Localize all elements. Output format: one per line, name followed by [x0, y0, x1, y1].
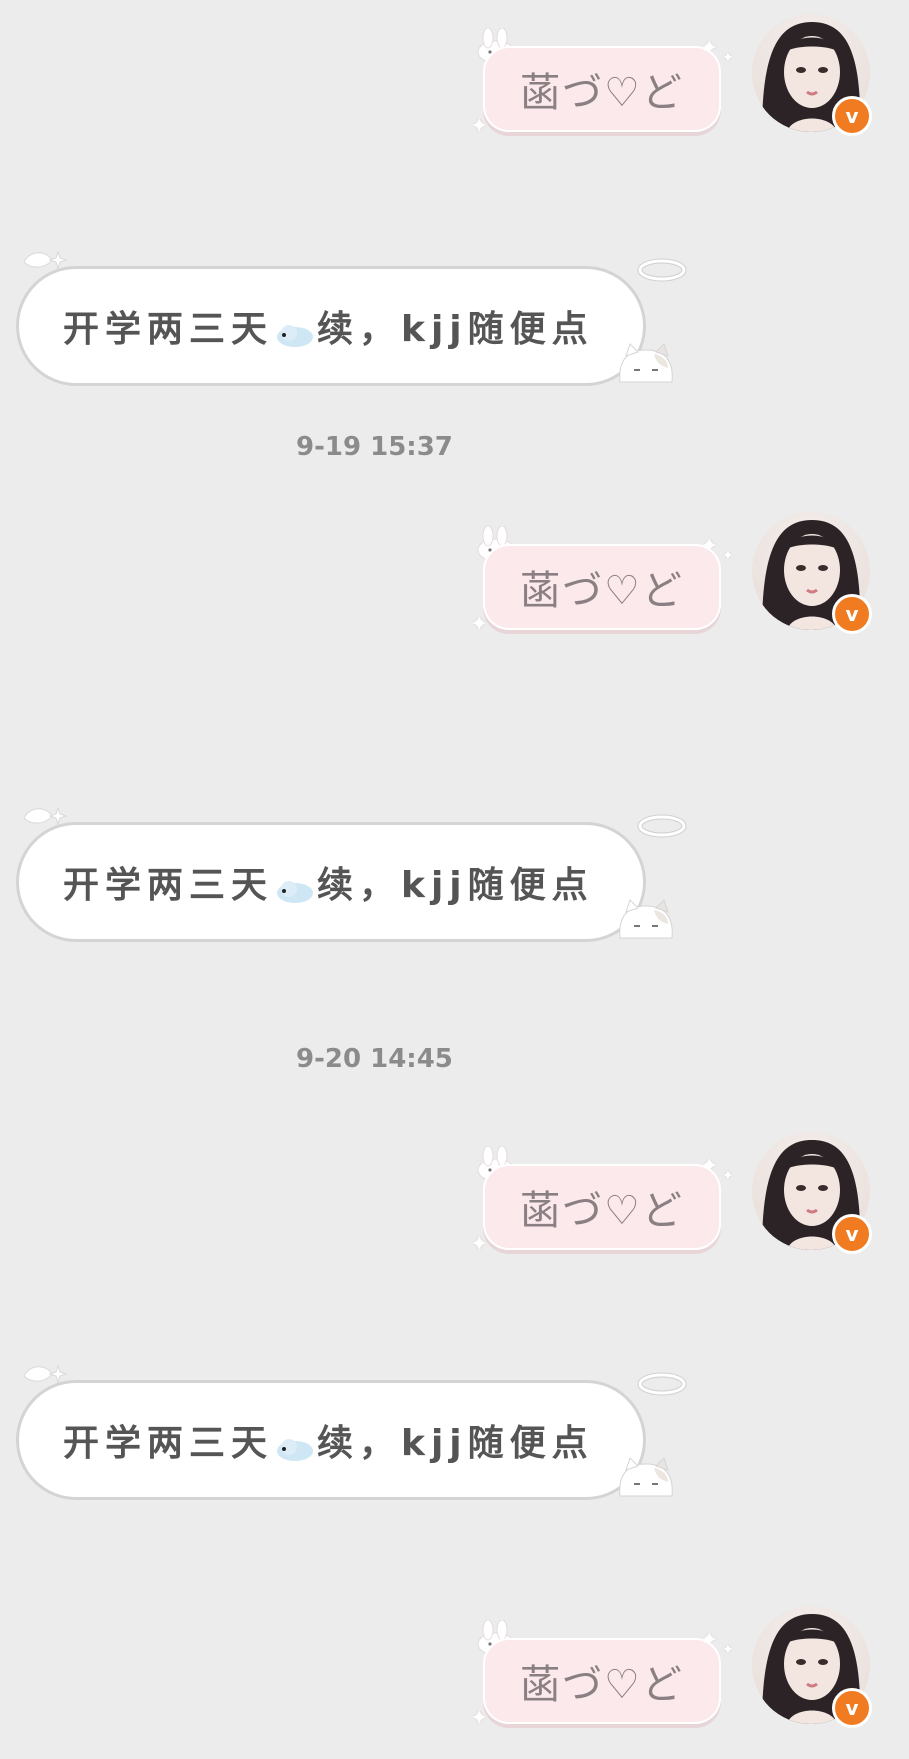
message-text: 开学两三天 续，kjj随便点 [63, 309, 594, 350]
outgoing-message: ✦ ✦ ✦ 菡づ♡ど v [0, 1118, 909, 1258]
outgoing-message: ✦ ✦ ✦ 菡づ♡ど v [0, 0, 909, 140]
incoming-message: 开学两三天 续，kjj随便点 [0, 1350, 909, 1500]
outgoing-message: ✦ ✦ ✦ 菡づ♡ど v [0, 498, 909, 638]
message-text: 菡づ♡ど [520, 70, 684, 116]
cloud-emoji-icon [275, 1431, 315, 1461]
message-text: 菡づ♡ど [520, 1188, 684, 1234]
halo-icon [632, 1368, 688, 1408]
verified-badge-icon: v [832, 594, 872, 634]
sparkle-icon: ✦ [722, 1642, 734, 1658]
verified-badge-icon: v [832, 1688, 872, 1728]
timestamp: 9-19 15:37 [296, 432, 453, 462]
message-text: 菡づ♡ど [520, 568, 684, 614]
timestamp: 9-20 14:45 [296, 1044, 453, 1074]
halo-icon [632, 254, 688, 294]
verified-badge-icon: v [832, 96, 872, 136]
message-bubble[interactable]: 菡づ♡ど [483, 1164, 721, 1250]
cat-icon [614, 338, 678, 394]
message-bubble[interactable]: 开学两三天 续，kjj随便点 [16, 822, 646, 942]
message-text: 菡づ♡ど [520, 1662, 684, 1708]
halo-icon [632, 810, 688, 850]
sparkle-icon: ✦ [722, 50, 734, 66]
cat-icon [614, 894, 678, 950]
verified-badge-icon: v [832, 1214, 872, 1254]
sparkle-icon: ✦ [722, 1168, 734, 1184]
message-bubble[interactable]: 菡づ♡ど [483, 46, 721, 132]
cloud-emoji-icon [275, 873, 315, 903]
cloud-emoji-icon [275, 317, 315, 347]
incoming-message: 开学两三天 续，kjj随便点 [0, 236, 909, 386]
message-text: 开学两三天 续，kjj随便点 [63, 1423, 594, 1464]
message-bubble[interactable]: 开学两三天 续，kjj随便点 [16, 1380, 646, 1500]
incoming-message: 开学两三天 续，kjj随便点 [0, 792, 909, 942]
outgoing-message: ✦ ✦ ✦ 菡づ♡ど v [0, 1592, 909, 1732]
message-text: 开学两三天 续，kjj随便点 [63, 865, 594, 906]
message-bubble[interactable]: 菡づ♡ど [483, 544, 721, 630]
message-bubble[interactable]: 菡づ♡ど [483, 1638, 721, 1724]
sparkle-icon: ✦ [722, 548, 734, 564]
chat-area[interactable]: ✦ ✦ ✦ 菡づ♡ど v 开学两三天 续，kjj随便点 9-19 15:37 ✦… [0, 0, 909, 1759]
message-bubble[interactable]: 开学两三天 续，kjj随便点 [16, 266, 646, 386]
cat-icon [614, 1452, 678, 1508]
